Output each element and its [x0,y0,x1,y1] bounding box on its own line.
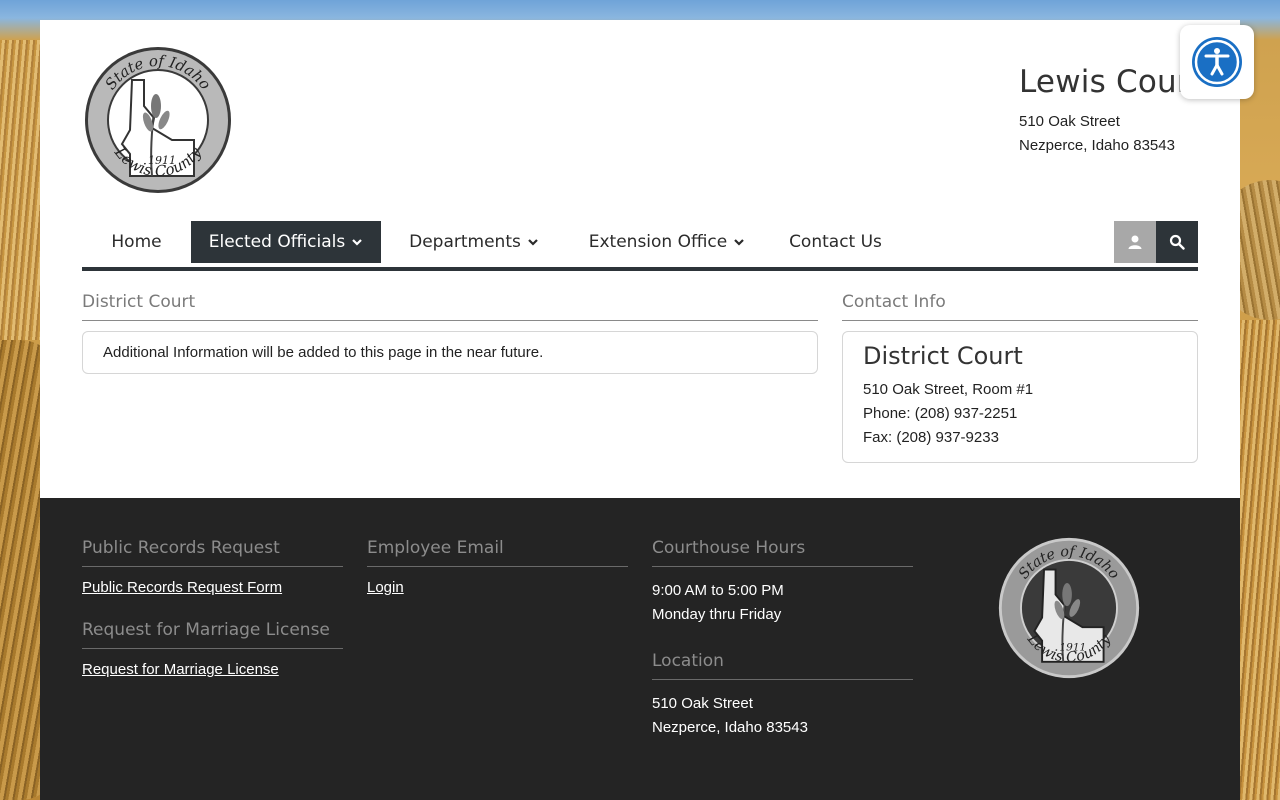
user-icon [1128,235,1142,249]
chevron-down-icon [352,239,363,246]
site-header: State of Idaho Lewis County 1911 Lewis C… [40,20,1240,220]
public-records-form-link[interactable]: Public Records Request Form [82,579,343,596]
contact-name: District Court [863,342,1023,370]
footer-col-email: Employee Email Login [367,538,628,596]
main-navigation: Home Elected Officials Departments Exten… [82,221,1198,271]
page-container: State of Idaho Lewis County 1911 Lewis C… [40,20,1240,800]
info-card: Additional Information will be added to … [82,331,818,374]
contact-section-title: Contact Info [842,292,1198,321]
contact-address: 510 Oak Street, Room #1 [863,381,1034,398]
footer-marriage-title: Request for Marriage License [82,620,343,649]
background-field [1240,320,1280,800]
nav-extension-office-label: Extension Office [588,232,728,252]
accessibility-button[interactable] [1180,25,1254,99]
footer-public-records-title: Public Records Request [82,538,343,567]
user-login-button[interactable] [1114,221,1156,263]
nav-home-label: Home [111,232,162,252]
nav-extension-office[interactable]: Extension Office [567,221,767,263]
county-address-line1: 510 Oak Street [1019,113,1120,130]
footer-hours-title: Courthouse Hours [652,538,913,567]
main-content: District Court Additional Information wi… [82,292,818,374]
nav-departments-label: Departments [409,232,521,252]
search-button[interactable] [1156,221,1198,263]
site-footer: Public Records Request Public Records Re… [40,498,1240,800]
search-icon [1169,234,1185,250]
logo-year: 1911 [148,154,176,167]
location-line2: Nezperce, Idaho 83543 [652,719,808,736]
page-title: District Court [82,292,818,321]
marriage-license-link[interactable]: Request for Marriage License [82,661,343,678]
contact-sidebar: Contact Info District Court 510 Oak Stre… [842,292,1198,463]
footer-employee-email-title: Employee Email [367,538,628,567]
nav-home[interactable]: Home [82,221,191,263]
nav-contact-us[interactable]: Contact Us [767,221,904,263]
footer-col-records: Public Records Request Public Records Re… [82,538,343,678]
county-address-line2: Nezperce, Idaho 83543 [1019,137,1175,154]
employee-login-link[interactable]: Login [367,579,628,596]
nav-elected-officials[interactable]: Elected Officials [191,221,381,263]
nav-departments[interactable]: Departments [381,221,567,263]
accessibility-icon [1192,37,1242,87]
chevron-down-icon [528,239,538,246]
footer-col-hours: Courthouse Hours 9:00 AM to 5:00 PM Mond… [652,538,913,740]
contact-card: District Court 510 Oak Street, Room #1 P… [842,331,1198,463]
location-line1: 510 Oak Street [652,695,753,712]
nav-elected-officials-label: Elected Officials [208,232,346,252]
hours-line1: 9:00 AM to 5:00 PM [652,582,784,599]
contact-fax: Fax: (208) 937-9233 [863,429,999,446]
footer-logo-year: 1911 [1059,641,1086,653]
info-message: Additional Information will be added to … [103,344,544,361]
hours-line2: Monday thru Friday [652,606,782,623]
chevron-down-icon [734,239,745,246]
county-seal-logo[interactable]: State of Idaho Lewis County 1911 [82,44,234,196]
contact-phone: Phone: (208) 937-2251 [863,405,1018,422]
footer-county-seal-logo: State of Idaho Lewis County 1911 [996,535,1142,681]
footer-location-title: Location [652,651,913,680]
nav-contact-us-label: Contact Us [789,232,882,252]
background-field [0,40,40,340]
